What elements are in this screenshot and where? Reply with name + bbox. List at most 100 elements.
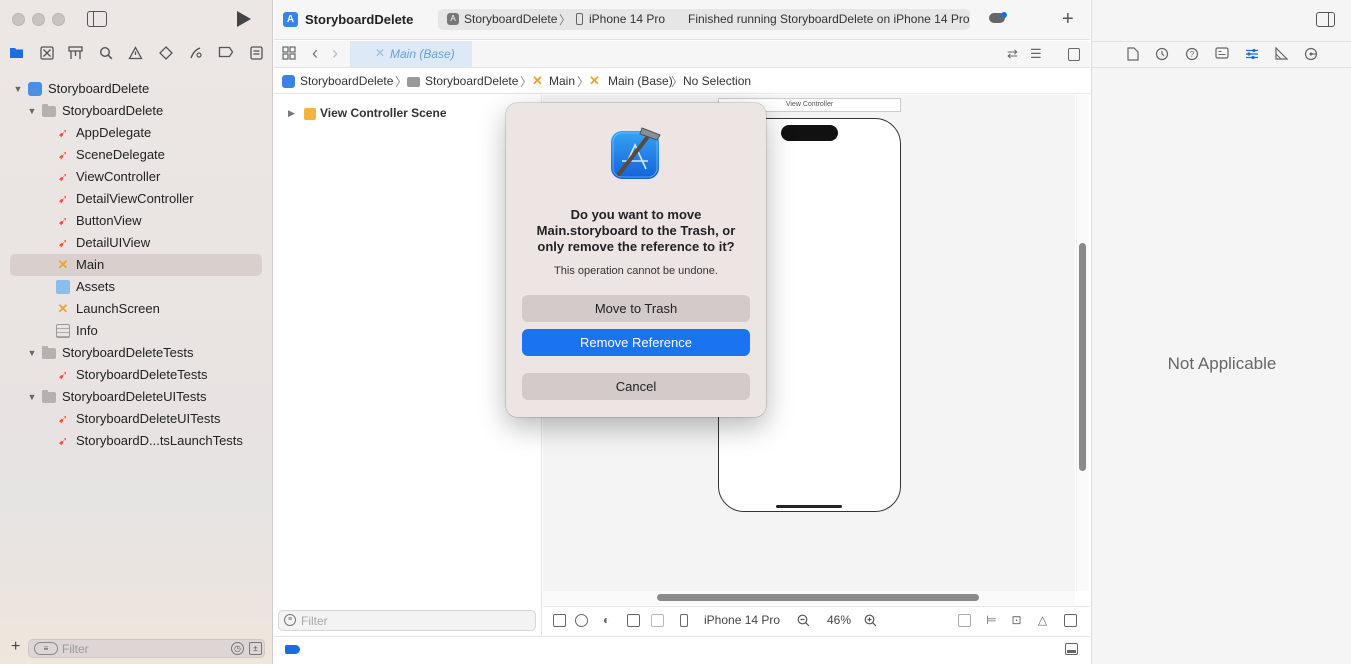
split-editor-icon[interactable] — [1068, 48, 1080, 61]
navigator-item-swift[interactable]: ➹ StoryboardDeleteTests — [10, 364, 262, 386]
zoom-in-icon[interactable] — [864, 614, 877, 627]
outline-filter-field[interactable]: ≡ Filter — [278, 610, 536, 631]
related-items-icon[interactable] — [282, 46, 296, 63]
appearance-icon[interactable]: ◐ — [600, 614, 613, 627]
find-icon[interactable] — [98, 46, 113, 61]
navigator-item-swift[interactable]: ➹ DetailViewController — [10, 188, 262, 210]
folder-icon[interactable] — [9, 46, 24, 61]
minimize-window-button[interactable] — [32, 13, 45, 26]
sidebar-toggle-icon[interactable] — [87, 11, 107, 27]
disclosure-triangle-icon[interactable]: ▼ — [13, 78, 23, 100]
orientation-icon[interactable] — [627, 614, 640, 627]
report-icon[interactable] — [249, 46, 264, 61]
zoom-level[interactable]: 46% — [827, 613, 851, 627]
connections-icon[interactable] — [1304, 47, 1318, 61]
cloud-status-icon[interactable] — [989, 12, 1007, 23]
source-control-filter-icon[interactable]: ± — [249, 642, 262, 655]
align-icon[interactable]: ⊨ — [985, 614, 998, 627]
embed-in-icon[interactable] — [1064, 614, 1077, 627]
navigator-item-swift[interactable]: ➹ StoryboardD...tsLaunchTests — [10, 430, 262, 452]
swap-editor-icon[interactable]: ⇄ — [1007, 46, 1018, 62]
navigator-item-plist[interactable]: Info — [10, 320, 262, 342]
device-selector[interactable]: iPhone 14 Pro — [704, 613, 780, 627]
disclosure-triangle-icon[interactable]: ▼ — [27, 100, 37, 122]
disclosure-triangle-icon[interactable]: ▼ — [27, 342, 37, 364]
breakpoints-toggle-icon[interactable] — [285, 645, 300, 654]
navigator-item-swift[interactable]: ➹ ButtonView — [10, 210, 262, 232]
navigator-item-folder[interactable]: ▼ StoryboardDelete — [10, 100, 262, 122]
swift-file-icon: ➹ — [57, 368, 69, 382]
navigator-item-swift[interactable]: ➹ DetailUIView — [10, 232, 262, 254]
identity-icon[interactable] — [1215, 47, 1229, 61]
swift-file-icon: ➹ — [57, 170, 69, 184]
history-icon[interactable] — [1155, 47, 1169, 61]
accessibility-icon[interactable] — [575, 614, 588, 627]
navigator-item-swift[interactable]: ➹ StoryboardDeleteUITests — [10, 408, 262, 430]
jumpbar-selection[interactable]: No Selection — [683, 74, 751, 88]
breakpoint-icon[interactable] — [218, 46, 234, 61]
remove-reference-button[interactable]: Remove Reference — [522, 329, 750, 356]
navigator-item-label: StoryboardDeleteTests — [62, 345, 194, 360]
help-icon[interactable]: ? — [1185, 47, 1199, 61]
device-config-icon[interactable] — [651, 614, 664, 627]
test-icon[interactable] — [158, 46, 173, 61]
filter-options-icon[interactable]: ≡ — [34, 642, 58, 655]
jumpbar-localization[interactable]: Main (Base) — [608, 74, 673, 88]
inspector-toggle-icon[interactable] — [1316, 12, 1335, 27]
jumpbar-group[interactable]: StoryboardDelete — [425, 74, 518, 88]
cancel-button[interactable]: Cancel — [522, 373, 750, 400]
outline-scene-item[interactable]: View Controller Scene — [320, 106, 447, 120]
document-outline: ▶ View Controller Scene ≡ Filter — [274, 95, 542, 635]
navigator-item-xcassets[interactable]: Assets — [10, 276, 262, 298]
symbol-icon[interactable] — [68, 46, 83, 61]
iphone-icon — [576, 13, 583, 25]
tab-main-base[interactable]: ✕ Main (Base) — [350, 41, 472, 67]
attributes-icon[interactable] — [1245, 47, 1259, 61]
issue-icon[interactable] — [128, 46, 143, 61]
activity-status: Finished running StoryboardDelete on iPh… — [688, 12, 970, 26]
size-icon[interactable] — [1274, 46, 1289, 61]
navigator-item-swift[interactable]: ➹ AppDelegate — [10, 122, 262, 144]
disclosure-triangle-icon[interactable]: ▶ — [288, 108, 295, 119]
outline-toggle-icon[interactable] — [553, 614, 566, 627]
disclosure-triangle-icon[interactable]: ▼ — [27, 386, 37, 408]
move-to-trash-button[interactable]: Move to Trash — [522, 295, 750, 322]
debug-icon[interactable] — [188, 46, 203, 61]
add-file-button[interactable]: + — [11, 638, 20, 656]
navigator-item-storyboard[interactable]: ✕ LaunchScreen — [10, 298, 262, 320]
navigator-filter-field[interactable]: ≡ Filter ◷ ± — [28, 639, 265, 658]
navigator-item-folder[interactable]: ▼ StoryboardDeleteTests — [10, 342, 262, 364]
editor-options-icon[interactable]: ☰ — [1030, 46, 1042, 62]
navigator-item-project[interactable]: ▼ StoryboardDelete — [10, 78, 262, 100]
back-arrow-icon[interactable]: ‹ — [312, 43, 318, 64]
tab-label: Main (Base) — [390, 47, 455, 61]
editor-tab-bar: ‹ › ✕ Main (Base) ⇄ ☰ — [274, 41, 1090, 68]
navigator-item-swift[interactable]: ➹ ViewController — [10, 166, 262, 188]
run-button[interactable] — [237, 11, 251, 27]
recent-files-icon[interactable]: ◷ — [231, 642, 244, 655]
run-destination-selector[interactable]: iPhone 14 Pro — [589, 12, 665, 26]
zoom-window-button[interactable] — [52, 13, 65, 26]
navigator-item-swift[interactable]: ➹ SceneDelegate — [10, 144, 262, 166]
swift-file-icon: ➹ — [57, 148, 69, 162]
navigator-item-folder[interactable]: ▼ StoryboardDeleteUITests — [10, 386, 262, 408]
svg-text:?: ? — [1190, 50, 1195, 59]
add-constraints-icon[interactable]: ⊡ — [1010, 614, 1023, 627]
horizontal-scrollbar[interactable] — [657, 594, 979, 601]
file-inspector-icon[interactable] — [1126, 47, 1140, 61]
close-window-button[interactable] — [12, 13, 25, 26]
zoom-out-icon[interactable] — [797, 614, 810, 627]
jumpbar-file[interactable]: Main — [549, 74, 575, 88]
resolve-issues-icon[interactable]: △ — [1036, 614, 1049, 627]
vertical-scrollbar[interactable] — [1079, 243, 1086, 471]
update-frames-icon[interactable] — [958, 614, 971, 627]
source-control-icon[interactable] — [39, 46, 54, 61]
inspector-empty-state: Not Applicable — [1167, 354, 1277, 373]
scheme-selector[interactable]: StoryboardDelete — [464, 12, 557, 26]
jumpbar-project[interactable]: StoryboardDelete — [300, 74, 393, 88]
navigator-item-storyboard[interactable]: ✕ Main — [10, 254, 262, 276]
scene-icon — [304, 108, 316, 120]
add-library-button[interactable]: + — [1062, 7, 1074, 31]
debug-area-toggle-icon[interactable] — [1065, 643, 1078, 655]
forward-arrow-icon[interactable]: › — [332, 43, 338, 64]
